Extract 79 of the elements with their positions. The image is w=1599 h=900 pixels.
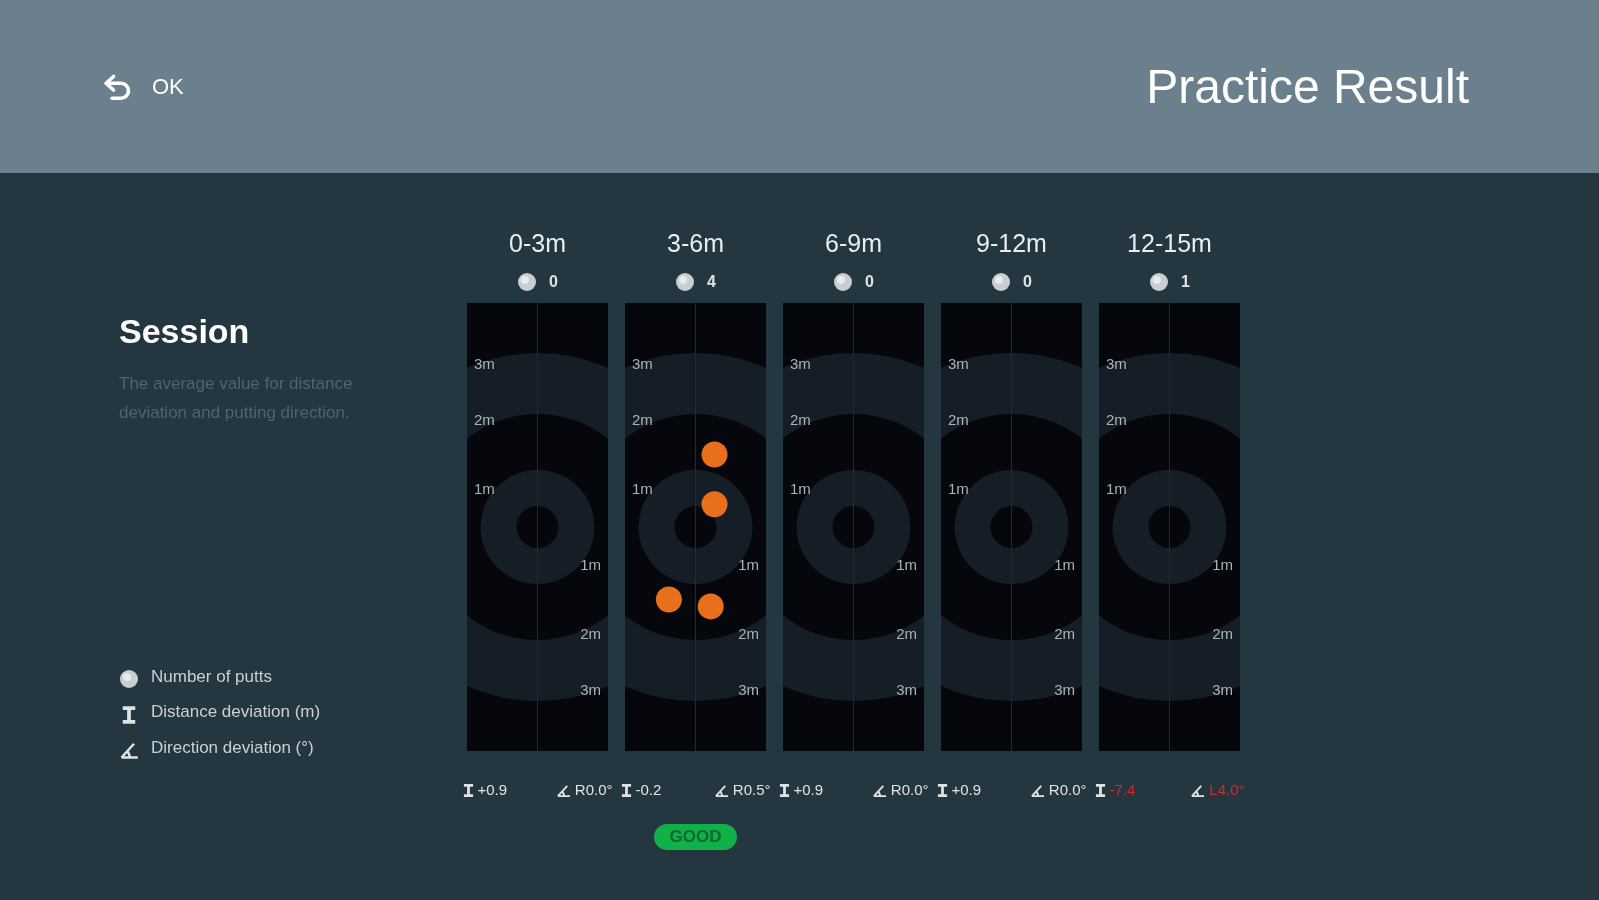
angle-icon (713, 782, 729, 798)
scale-label: 2m (632, 412, 653, 427)
scale-label: 1m (948, 481, 969, 496)
distance-value: +0.9 (951, 780, 982, 800)
distance-value: +0.9 (477, 780, 508, 800)
scale-label: 1m (632, 481, 653, 496)
scale-label: 3m (1212, 682, 1233, 697)
scale-label: 1m (738, 557, 759, 572)
ball-icon (833, 272, 854, 292)
ball-icon (119, 669, 139, 689)
scale-label: 2m (474, 412, 495, 427)
scale-label: 3m (580, 682, 601, 697)
putt-count: 0 (865, 272, 874, 292)
angle-icon (871, 782, 887, 798)
distance-icon (778, 782, 790, 798)
distance-icon (1094, 782, 1106, 798)
page-title: Practice Result (1146, 58, 1469, 115)
direction-value: L4.0° (1209, 780, 1245, 800)
ball-marker (697, 593, 724, 620)
scale-label: 2m (1106, 412, 1127, 427)
putt-count: 4 (707, 272, 716, 292)
distance-value: -7.4 (1109, 780, 1136, 800)
distance-value: -0.2 (635, 780, 662, 800)
scale-label: 2m (948, 412, 969, 427)
putt-count: 0 (1023, 272, 1032, 292)
range-label: 0-3m (509, 228, 566, 259)
ball-marker (655, 586, 682, 613)
angle-icon (555, 782, 571, 798)
scale-label: 2m (790, 412, 811, 427)
angle-icon (1190, 782, 1206, 798)
ball-marker (701, 491, 728, 518)
direction-value: R0.5° (732, 780, 771, 800)
scale-label: 3m (1106, 356, 1127, 371)
back-button[interactable]: OK (100, 68, 184, 105)
range-label: 6-9m (825, 228, 882, 259)
scale-label: 3m (474, 356, 495, 371)
direction-value: R0.0° (1048, 780, 1087, 800)
putt-count: 0 (549, 272, 558, 292)
distance-icon (936, 782, 948, 798)
scale-label: 3m (738, 682, 759, 697)
distance-icon (620, 782, 632, 798)
scale-label: 2m (580, 626, 601, 641)
scale-label: 1m (1106, 481, 1127, 496)
direction-value: R0.0° (890, 780, 929, 800)
ball-icon (517, 272, 538, 292)
scale-label: 1m (474, 481, 495, 496)
distance-icon (121, 704, 137, 725)
ball-marker (701, 441, 728, 468)
ball-icon (675, 272, 696, 292)
distance-value: +0.9 (793, 780, 824, 800)
range-label: 9-12m (976, 228, 1047, 259)
scale-label: 1m (580, 557, 601, 572)
scale-label: 2m (896, 626, 917, 641)
range-label: 3-6m (667, 228, 724, 259)
distance-icon (462, 782, 474, 798)
legend-label: Direction deviation (°) (151, 736, 314, 759)
angle-icon (1029, 782, 1045, 798)
range-label: 12-15m (1127, 228, 1212, 259)
scale-label: 1m (790, 481, 811, 496)
rating-badge: GOOD (653, 823, 738, 850)
ball-icon (991, 272, 1012, 292)
scale-label: 1m (1054, 557, 1075, 572)
legend-label: Distance deviation (m) (151, 701, 321, 723)
putt-count: 1 (1181, 272, 1190, 292)
scale-label: 3m (896, 682, 917, 697)
angle-icon (119, 740, 139, 760)
scale-label: 3m (1054, 682, 1075, 697)
scale-label: 1m (1212, 557, 1233, 572)
scale-label: 1m (896, 557, 917, 572)
ball-icon (1149, 272, 1170, 292)
scale-label: 2m (738, 626, 759, 641)
scale-label: 3m (948, 356, 969, 371)
scale-label: 2m (1212, 626, 1233, 641)
scale-label: 3m (632, 356, 653, 371)
scale-label: 2m (1054, 626, 1075, 641)
session-title: Session (119, 311, 251, 352)
direction-value: R0.0° (574, 780, 613, 800)
scale-label: 3m (790, 356, 811, 371)
legend-label: Number of putts (151, 665, 272, 688)
